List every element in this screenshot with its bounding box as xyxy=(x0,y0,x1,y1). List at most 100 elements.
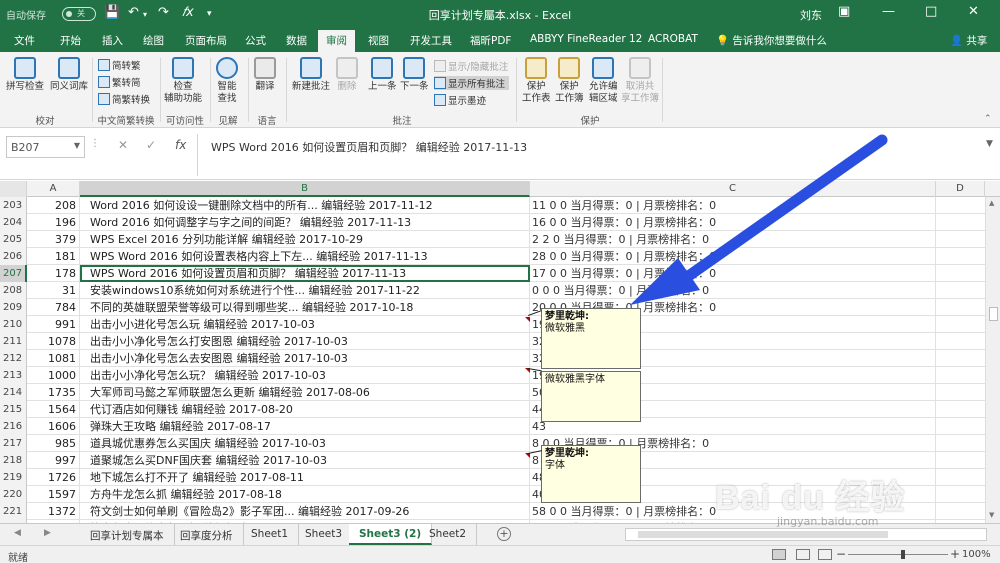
column-header-b[interactable]: B xyxy=(80,181,530,197)
share-button[interactable]: 👤 共享 xyxy=(950,33,987,48)
tab-insert[interactable]: 插入 xyxy=(102,33,123,48)
translate-button[interactable]: 翻译 xyxy=(254,57,276,93)
cell-a[interactable]: 178 xyxy=(27,265,80,282)
save-icon[interactable]: 💾 xyxy=(104,5,120,20)
row-header[interactable]: 204 xyxy=(0,214,27,231)
cell-c[interactable]: 11 0 0 当月得票：0 | 月票榜排名：0 xyxy=(530,197,936,214)
row-header[interactable]: 217 xyxy=(0,435,27,452)
cell-d[interactable] xyxy=(936,231,985,248)
maximize-icon[interactable]: □ xyxy=(925,4,937,19)
sheet-tab[interactable]: Sheet1 xyxy=(241,524,300,545)
to-simplified-button[interactable]: 繁转简 xyxy=(98,75,141,89)
expand-formula-icon[interactable]: ▼ xyxy=(986,139,993,149)
cell-d[interactable] xyxy=(936,435,985,452)
row-header[interactable]: 220 xyxy=(0,486,27,503)
tab-formulas[interactable]: 公式 xyxy=(245,33,266,48)
tab-home[interactable]: 开始 xyxy=(60,33,81,48)
cell-b[interactable]: 方舟牛龙怎么抓 编辑经验 2017-08-18 xyxy=(80,486,530,503)
row-header[interactable]: 205 xyxy=(0,231,27,248)
cell-b[interactable]: 弹珠大王攻略 编辑经验 2017-08-17 xyxy=(80,418,530,435)
insert-function-icon[interactable]: fx xyxy=(175,138,186,152)
cell-a[interactable]: 1000 xyxy=(27,367,80,384)
page-break-view-icon[interactable] xyxy=(818,549,832,560)
enter-icon[interactable]: ✓ xyxy=(146,138,156,152)
cell-b[interactable]: 不同的英雄联盟荣誉等级可以得到哪些奖... 编辑经验 2017-10-18 xyxy=(80,299,530,316)
cell-d[interactable] xyxy=(936,350,985,367)
cell-b[interactable]: WPS Word 2016 如何设置表格内容上下左... 编辑经验 2017-1… xyxy=(80,248,530,265)
sheet-tab[interactable]: 回享度分析 xyxy=(170,524,244,545)
cell-a[interactable]: 31 xyxy=(27,282,80,299)
next-sheet-icon[interactable]: ▶ xyxy=(44,528,51,538)
row-header[interactable]: 213 xyxy=(0,367,27,384)
cell-c[interactable]: 28 0 0 当月得票：0 | 月票榜排名：0 xyxy=(530,248,936,265)
cell-b[interactable]: 代订酒店如何赚钱 编辑经验 2017-08-20 xyxy=(80,401,530,418)
cell-a[interactable]: 208 xyxy=(27,197,80,214)
cell-b[interactable]: 安装windows10系统如何对系统进行个性... 编辑经验 2017-11-2… xyxy=(80,282,530,299)
cell-b[interactable]: 出击小小进化号怎么玩 编辑经验 2017-10-03 xyxy=(80,316,530,333)
cancel-icon[interactable]: ✕ xyxy=(118,138,128,152)
tab-file[interactable]: 文件 xyxy=(14,33,35,48)
row-header[interactable]: 215 xyxy=(0,401,27,418)
cell-d[interactable] xyxy=(936,197,985,214)
row-header[interactable]: 209 xyxy=(0,299,27,316)
add-sheet-icon[interactable]: + xyxy=(497,527,511,541)
cell-d[interactable] xyxy=(936,486,985,503)
row-header[interactable]: 214 xyxy=(0,384,27,401)
to-traditional-button[interactable]: 简转繁 xyxy=(98,58,141,72)
zoom-in-icon[interactable]: + xyxy=(950,547,960,561)
collapse-ribbon-icon[interactable]: ⌃ xyxy=(984,114,992,124)
unshare-workbook-button[interactable]: 取消共 享工作簿 xyxy=(621,57,659,105)
user-name[interactable]: 刘东 xyxy=(800,7,822,23)
zoom-level[interactable]: 100% xyxy=(962,549,991,560)
cell-b[interactable]: WPS Word 2016 如何设置页眉和页脚？ 编辑经验 2017-11-13 xyxy=(80,265,530,282)
undo-icon[interactable]: ↶ xyxy=(128,5,139,20)
cell-a[interactable]: 784 xyxy=(27,299,80,316)
row-header[interactable]: 218 xyxy=(0,452,27,469)
row-header[interactable]: 208 xyxy=(0,282,27,299)
zoom-slider-knob[interactable] xyxy=(901,550,905,559)
protect-workbook-button[interactable]: 保护 工作簿 xyxy=(555,57,584,105)
cell-b[interactable]: 道聚城怎么买DNF国庆套 编辑经验 2017-10-03 xyxy=(80,452,530,469)
cell-b[interactable]: 符文剑士如何单刷《冒险岛2》影子军团... 编辑经验 2017-09-26 xyxy=(80,503,530,520)
cell-b[interactable]: WPS Excel 2016 分列功能详解 编辑经验 2017-10-29 xyxy=(80,231,530,248)
tab-data[interactable]: 数据 xyxy=(286,33,307,48)
cell-a[interactable]: 1597 xyxy=(27,486,80,503)
cell-a[interactable]: 985 xyxy=(27,435,80,452)
check-accessibility-button[interactable]: 检查 辅助功能 xyxy=(164,57,202,105)
cell-d[interactable] xyxy=(936,299,985,316)
comment-box[interactable]: 微软雅黑字体 xyxy=(541,371,641,422)
row-header[interactable]: 203 xyxy=(0,197,27,214)
show-ink-button[interactable]: 显示墨迹 xyxy=(434,93,486,107)
scroll-up-icon[interactable]: ▲ xyxy=(989,199,994,207)
cell-d[interactable] xyxy=(936,333,985,350)
undo-dropdown-icon[interactable]: ▾ xyxy=(143,10,147,19)
cell-d[interactable] xyxy=(936,367,985,384)
tell-me-search[interactable]: 💡 告诉我你想要做什么 xyxy=(716,33,827,48)
cell-d[interactable] xyxy=(936,469,985,486)
column-header-c[interactable]: C xyxy=(530,181,936,197)
chinese-convert-button[interactable]: 简繁转换 xyxy=(98,92,150,106)
row-header[interactable]: 221 xyxy=(0,503,27,520)
tab-review[interactable]: 审阅 xyxy=(318,30,355,52)
cell-d[interactable] xyxy=(936,214,985,231)
close-icon[interactable]: ✕ xyxy=(968,4,979,19)
cell-d[interactable] xyxy=(936,418,985,435)
cell-c[interactable]: 2 2 0 当月得票：0 | 月票榜排名：0 xyxy=(530,231,936,248)
cell-b[interactable]: 出击小小净化号怎么玩？ 编辑经验 2017-10-03 xyxy=(80,367,530,384)
tab-developer[interactable]: 开发工具 xyxy=(410,33,452,48)
thesaurus-button[interactable]: 同义词库 xyxy=(50,57,88,93)
cell-a[interactable]: 196 xyxy=(27,214,80,231)
cell-b[interactable]: 地下城怎么打不开了 编辑经验 2017-08-11 xyxy=(80,469,530,486)
row-header[interactable]: 212 xyxy=(0,350,27,367)
scroll-down-icon[interactable]: ▼ xyxy=(989,511,994,519)
cell-c[interactable]: 58 0 0 当月得票：0 | 月票榜排名：0 xyxy=(530,503,936,520)
horizontal-scroll-thumb[interactable] xyxy=(638,531,888,538)
tab-foxit-pdf[interactable]: 福昕PDF xyxy=(470,33,511,48)
row-header[interactable]: 206 xyxy=(0,248,27,265)
tab-draw[interactable]: 绘图 xyxy=(143,33,164,48)
cell-a[interactable]: 1078 xyxy=(27,333,80,350)
row-header[interactable]: 211 xyxy=(0,333,27,350)
cell-d[interactable] xyxy=(936,401,985,418)
cell-d[interactable] xyxy=(936,384,985,401)
row-header[interactable]: 207 xyxy=(0,265,27,282)
